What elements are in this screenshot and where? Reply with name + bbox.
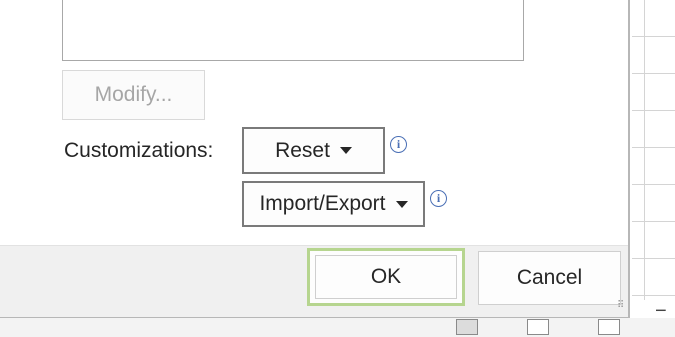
info-icon[interactable]: i <box>430 190 447 207</box>
customizations-label: Customizations: <box>64 139 214 162</box>
customize-ribbon-dialog: Modify... Customizations: Reset i Import… <box>0 0 630 318</box>
caret-down-icon <box>339 147 352 154</box>
import-export-button-label: Import/Export <box>259 192 386 215</box>
ok-button-label: OK <box>370 265 402 288</box>
caret-down-icon <box>395 200 408 208</box>
cancel-button-label: Cancel <box>516 266 583 289</box>
modify-button-label: Modify... <box>94 83 173 106</box>
sheet-grid-background <box>632 0 675 337</box>
ribbon-tabs-listbox[interactable] <box>62 0 524 61</box>
page-break-view-icon[interactable] <box>598 319 620 335</box>
page-layout-view-icon[interactable] <box>527 319 549 335</box>
resize-grip-icon[interactable]: ⠿ <box>617 301 624 311</box>
normal-view-icon[interactable] <box>456 319 478 335</box>
info-icon[interactable]: i <box>390 136 407 153</box>
status-bar <box>0 318 675 337</box>
ok-button[interactable]: OK <box>307 248 465 306</box>
reset-button[interactable]: Reset <box>242 127 385 174</box>
reset-button-label: Reset <box>275 138 330 162</box>
cancel-button[interactable]: Cancel <box>478 251 621 305</box>
modify-button: Modify... <box>62 70 205 120</box>
zoom-out-icon[interactable]: − <box>655 300 667 323</box>
grid-column-line <box>644 0 645 300</box>
import-export-button[interactable]: Import/Export <box>242 181 425 227</box>
